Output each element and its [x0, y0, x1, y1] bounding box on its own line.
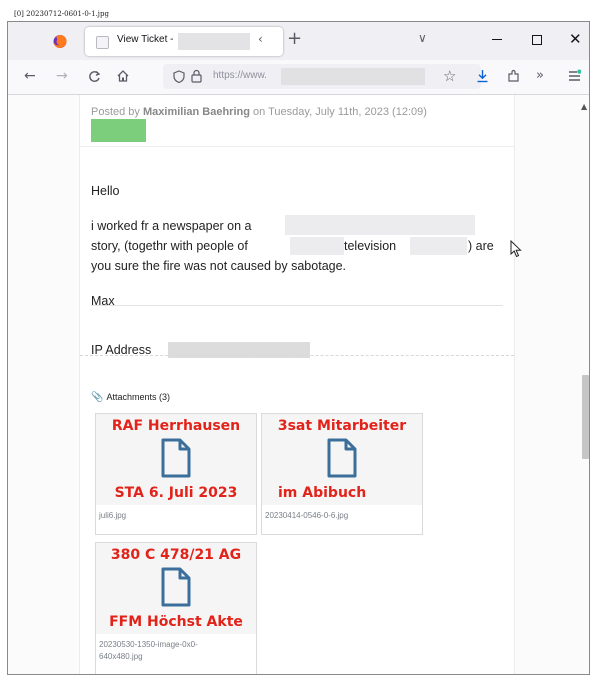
file-document-icon — [161, 438, 191, 478]
download-icon[interactable] — [476, 69, 489, 83]
tab-close-icon[interactable]: ‹ — [258, 32, 263, 46]
address-bar[interactable]: https://www. — [163, 64, 481, 89]
attachments-heading: 📎 Attachments (3) — [91, 392, 170, 403]
message-line-2a: story, (togethr with people of — [91, 239, 248, 253]
message-line-2c: ) are — [468, 239, 494, 253]
attachment-card[interactable]: 3sat Mitarbeiter im Abibuch 20230414-054… — [261, 413, 423, 535]
file-document-icon — [161, 567, 191, 607]
post-date: on Tuesday, July 11th, 2023 (12:09) — [253, 106, 427, 118]
navigation-toolbar: ← → https://www. ☆ » — [8, 60, 589, 95]
url-text[interactable]: https://www. — [213, 70, 267, 81]
shield-icon[interactable] — [173, 70, 185, 83]
attachments-title: Attachments (3) — [106, 392, 170, 402]
attachment-filename[interactable]: juli6.jpg — [99, 510, 126, 522]
attachment-thumbnail[interactable]: RAF Herrhausen STA 6. Juli 2023 — [96, 414, 256, 505]
browser-window: View Ticket - ‹ + ∨ ✕ ← → https://www. ☆… — [7, 21, 590, 675]
window-close-icon[interactable]: ✕ — [569, 30, 582, 48]
lock-icon[interactable] — [191, 69, 202, 83]
redacted-region — [281, 68, 425, 85]
tab-list-icon[interactable]: ∨ — [418, 31, 427, 45]
attachment-filename[interactable]: 20230414-0546-0-6.jpg — [265, 510, 348, 522]
status-badge — [91, 119, 146, 142]
page-favicon-icon — [96, 36, 109, 49]
message-greeting: Hello — [91, 184, 120, 198]
page-content: Posted by Maximilian Baehring on Tuesday… — [8, 95, 589, 674]
forward-icon[interactable]: → — [56, 68, 68, 84]
file-document-icon — [327, 438, 357, 478]
minimize-icon[interactable] — [492, 39, 502, 40]
post-author[interactable]: Maximilian Baehring — [143, 106, 250, 118]
posted-by-label: Posted by — [91, 106, 140, 118]
divider — [80, 146, 514, 147]
firefox-icon[interactable] — [52, 33, 68, 49]
tab-view-ticket[interactable]: View Ticket - ‹ — [85, 27, 283, 56]
attachment-card[interactable]: 380 C 478/21 AG FFM Höchst Akte 20230530… — [95, 542, 257, 674]
ticket-post-card: Posted by Maximilian Baehring on Tuesday… — [79, 95, 515, 674]
redacted-region — [290, 237, 344, 255]
redacted-region — [178, 33, 250, 50]
redacted-region — [410, 237, 467, 255]
thumbnail-top-text: 3sat Mitarbeiter — [277, 418, 407, 434]
overflow-chevron-icon[interactable]: » — [536, 68, 544, 84]
attachment-thumbnail[interactable]: 3sat Mitarbeiter im Abibuch — [262, 414, 422, 505]
thumbnail-top-text: RAF Herrhausen — [111, 418, 241, 434]
thumbnail-bottom-text: FFM Höchst Akte — [109, 614, 243, 630]
divider — [91, 305, 503, 306]
maximize-icon[interactable] — [532, 35, 542, 45]
attachment-card[interactable]: RAF Herrhausen STA 6. Juli 2023 juli6.jp… — [95, 413, 257, 535]
attachment-filename[interactable]: 20230530-1350-image-0x0-640x480.jpg — [99, 639, 219, 663]
message-line-3: you sure the fire was not caused by sabo… — [91, 259, 347, 273]
thumbnail-top-text: 380 C 478/21 AG — [110, 547, 242, 563]
paperclip-icon: 📎 — [91, 392, 104, 403]
mouse-cursor-icon — [510, 240, 522, 258]
message-line-2b: television — [344, 239, 397, 253]
extensions-icon[interactable] — [507, 69, 520, 83]
bookmark-star-icon[interactable]: ☆ — [443, 68, 456, 84]
scrollbar-thumb[interactable] — [582, 375, 589, 459]
tab-bar: View Ticket - ‹ + ∨ ✕ — [8, 22, 589, 60]
post-meta: Posted by Maximilian Baehring on Tuesday… — [91, 106, 427, 118]
image-filename-label: [0] 20230712-0601-0-1.jpg — [14, 10, 109, 18]
scroll-up-icon[interactable]: ▲ — [581, 102, 587, 111]
reload-icon[interactable] — [88, 70, 101, 83]
home-icon[interactable] — [116, 69, 130, 83]
redacted-region — [285, 215, 475, 235]
menu-icon[interactable] — [568, 69, 581, 83]
attachment-thumbnail[interactable]: 380 C 478/21 AG FFM Höchst Akte — [96, 543, 256, 634]
message-line-1: i worked fr a newspaper on a — [91, 219, 252, 233]
back-icon[interactable]: ← — [24, 68, 36, 84]
tab-title: View Ticket - — [117, 34, 174, 45]
new-tab-button[interactable]: + — [287, 28, 302, 49]
divider — [80, 355, 514, 356]
thumbnail-bottom-text: im Abibuch — [278, 485, 367, 501]
thumbnail-bottom-text: STA 6. Juli 2023 — [114, 485, 238, 501]
